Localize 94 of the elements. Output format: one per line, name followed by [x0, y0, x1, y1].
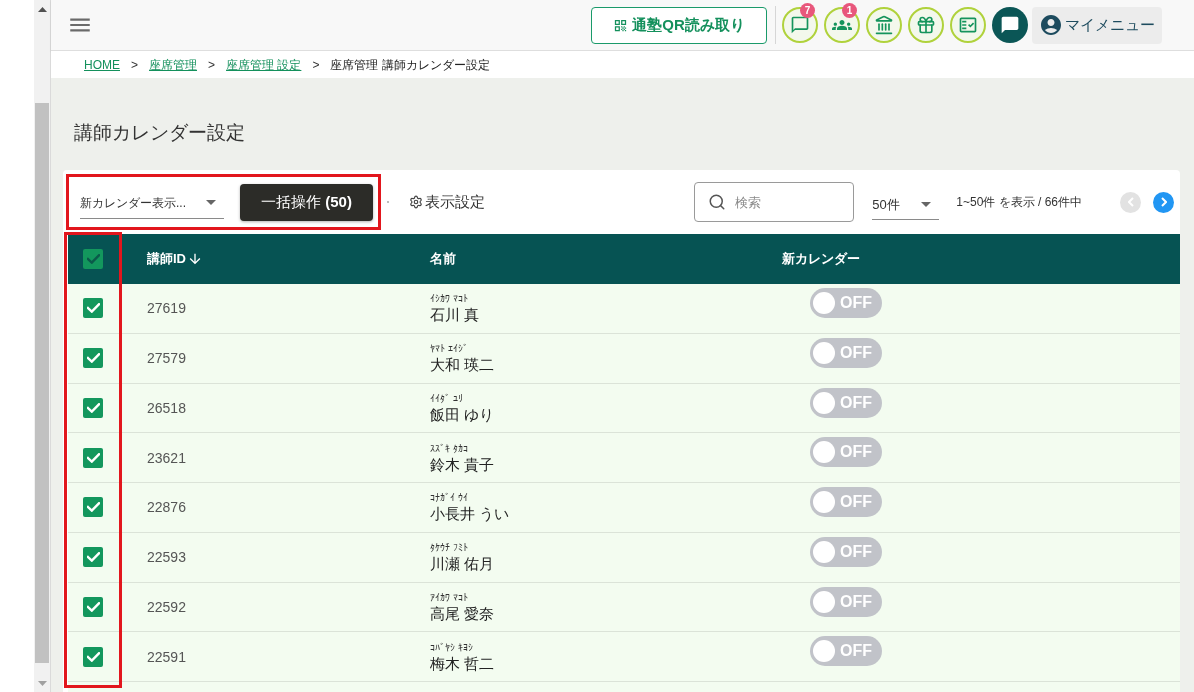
- teacher-name: 高尾 愛奈: [430, 603, 495, 623]
- teacher-id: 22593: [147, 549, 186, 566]
- qr-reader-button[interactable]: 通塾QR読み取り: [591, 6, 767, 44]
- sort-down-arrow-icon[interactable]: [187, 251, 203, 267]
- name-reading: ｽｽﾞｷ ﾀｶｺ: [430, 441, 468, 455]
- chevron-left-icon: [1127, 197, 1134, 207]
- row-checkbox[interactable]: [83, 348, 103, 369]
- user-avatar-icon: [1039, 13, 1063, 37]
- row-checkbox[interactable]: [83, 596, 103, 617]
- teacher-name: 川瀬 佑月: [430, 554, 495, 574]
- toggle-knob: [813, 391, 835, 414]
- breadcrumb-separator: >: [131, 56, 138, 73]
- teacher-name: 梅木 哲二: [430, 653, 495, 673]
- display-settings-button[interactable]: 表示設定: [409, 190, 485, 214]
- checkmark-icon: [86, 502, 100, 513]
- per-page-select[interactable]: 50件: [872, 190, 940, 220]
- checklist-button[interactable]: [950, 7, 986, 43]
- teacher-name: 鈴木 貴子: [430, 454, 495, 474]
- toggle-knob: [813, 341, 835, 364]
- teacher-name: 大和 瑛二: [430, 355, 495, 375]
- checkmark-icon: [86, 402, 100, 413]
- checkmark-icon: [86, 353, 100, 364]
- column-header[interactable]: 講師ID: [147, 249, 186, 269]
- name-reading: ﾀｹｳﾁ ﾌﾐﾄ: [430, 541, 468, 555]
- chevron-right-icon: [1160, 197, 1167, 207]
- breadcrumb-link[interactable]: 座席管理 設定: [226, 56, 302, 73]
- name-reading: ｺﾊﾞﾔｼ ｷﾖｼ: [430, 640, 473, 654]
- toggle-knob: [813, 441, 835, 464]
- teacher-id: 26518: [147, 399, 186, 416]
- row-checkbox[interactable]: [83, 397, 103, 418]
- breadcrumb-separator: >: [312, 56, 320, 73]
- qr-code-icon: [613, 17, 629, 33]
- teacher-id: 22876: [147, 499, 186, 516]
- my-menu-button[interactable]: マイメニュー: [1032, 6, 1162, 44]
- caret-icon: [206, 200, 216, 205]
- toggle-knob: [813, 640, 835, 663]
- breadcrumb-separator: >: [208, 56, 216, 73]
- notification-badge: 7: [800, 3, 815, 18]
- breadcrumb-link[interactable]: HOME: [84, 56, 120, 73]
- checkmark-icon: [86, 601, 100, 612]
- row-checkbox[interactable]: [83, 298, 103, 319]
- checkmark-icon: [86, 452, 100, 463]
- breadcrumb-link[interactable]: 座席管理: [149, 56, 197, 73]
- toggle-knob: [813, 491, 835, 513]
- notification-badge: 1: [842, 3, 857, 18]
- building-icon: [874, 15, 894, 35]
- message-button[interactable]: [992, 7, 1028, 43]
- teacher-name: 小長井 うい: [430, 504, 510, 524]
- name-reading: ﾔﾏﾄ ｴｲｼﾞ: [430, 342, 468, 356]
- chat-bubble-icon: [1000, 15, 1020, 35]
- scroll-up-arrow-icon[interactable]: [37, 7, 47, 12]
- teacher-id: 22592: [147, 598, 186, 615]
- search-field[interactable]: 検索: [694, 182, 855, 222]
- column-header[interactable]: 名前: [430, 249, 456, 269]
- next-page-button[interactable]: [1153, 191, 1174, 213]
- checklist-icon: [958, 15, 978, 35]
- scrollbar-thumb[interactable]: [35, 103, 49, 663]
- building-button[interactable]: [866, 7, 902, 43]
- teacher-name: 飯田 ゆり: [430, 404, 495, 424]
- row-checkbox[interactable]: [83, 447, 103, 468]
- toggle-knob: [813, 540, 835, 563]
- toggle-knob: [813, 590, 835, 613]
- toggle-knob: [813, 292, 835, 314]
- name-reading: ｲｲﾀﾞ ﾕﾘ: [430, 391, 463, 405]
- row-checkbox[interactable]: [83, 646, 103, 667]
- name-reading: ｲｼｶﾜ ﾏｺﾄ: [430, 292, 468, 306]
- row-checkbox[interactable]: [83, 547, 103, 568]
- scroll-down-arrow-icon[interactable]: [37, 681, 47, 686]
- bulk-action-button[interactable]: 一括操作 (50): [240, 183, 373, 221]
- filter-select[interactable]: 新カレンダー表示...: [80, 187, 224, 219]
- teacher-id: 22591: [147, 648, 186, 665]
- teacher-id: 27619: [147, 300, 186, 317]
- search-icon: [708, 193, 727, 211]
- name-reading: ｺﾅｶﾞｲ ｳｲ: [430, 491, 468, 505]
- teacher-id: 23621: [147, 449, 186, 466]
- select-all-checkbox[interactable]: [83, 249, 103, 269]
- gift-icon: [916, 15, 936, 35]
- range-text: 1~50件 を表示 / 66件中: [956, 194, 1082, 211]
- checkmark-icon: [86, 552, 100, 563]
- settings-icon: [409, 195, 423, 209]
- page-title: 講師カレンダー設定: [74, 121, 246, 145]
- breadcrumb-current: 座席管理 講師カレンダー設定: [330, 56, 490, 73]
- teacher-id: 27579: [147, 350, 186, 367]
- row-checkbox[interactable]: [83, 497, 103, 518]
- scrollbar-track[interactable]: [34, 0, 51, 692]
- gift-button[interactable]: [908, 7, 944, 43]
- caret-icon: [921, 202, 932, 207]
- column-header[interactable]: 新カレンダー: [782, 249, 860, 269]
- name-reading: ｱｲｶﾜ ﾏｺﾄ: [430, 590, 468, 604]
- checkmark-icon: [86, 303, 100, 314]
- teacher-name: 石川 真: [430, 305, 480, 325]
- checkmark-icon: [86, 651, 100, 662]
- chat-bubble-icon: [790, 15, 810, 35]
- checkmark-icon: [86, 254, 100, 264]
